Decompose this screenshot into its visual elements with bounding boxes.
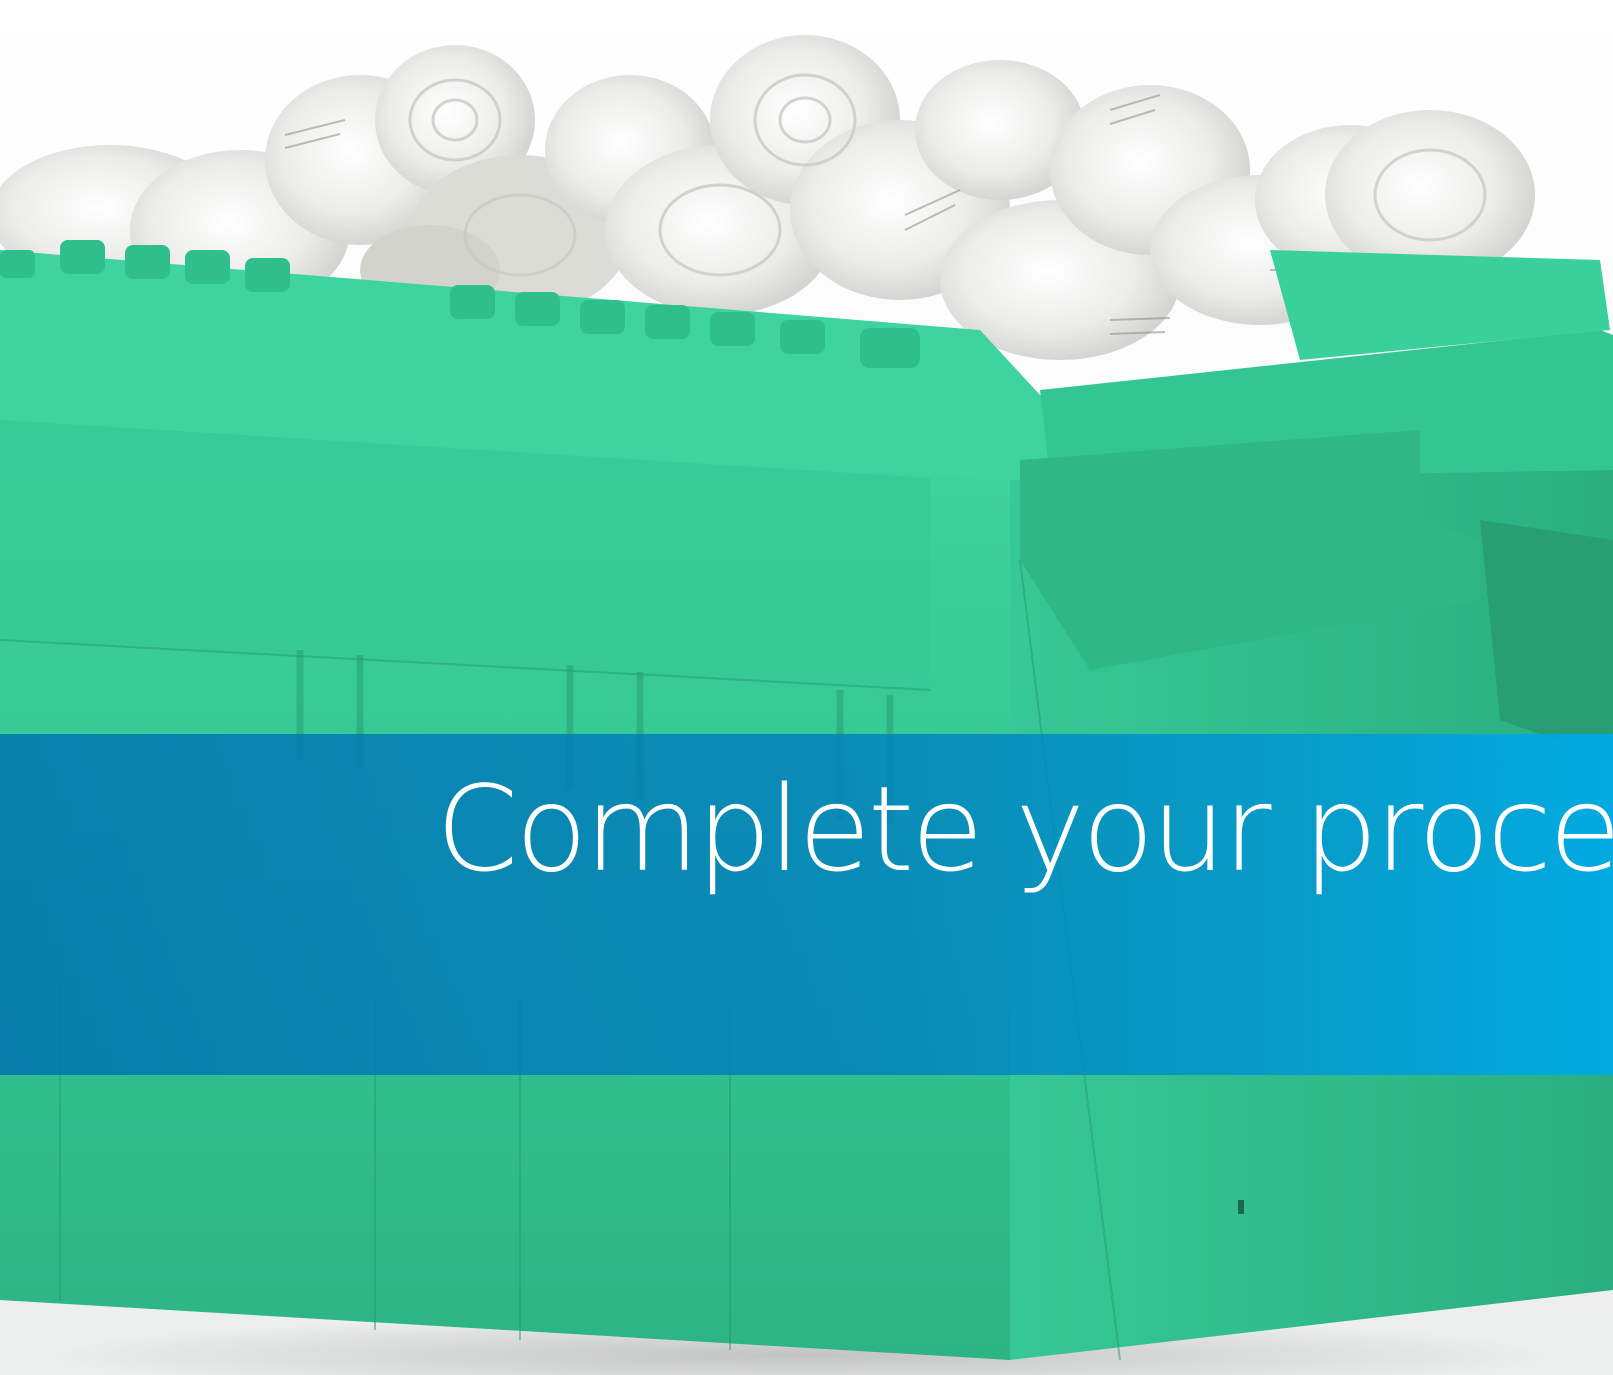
headline-text: Complete your process (436, 760, 1613, 898)
hero-image: Complete your process (0, 0, 1613, 1375)
crate-photo (0, 35, 1613, 1375)
